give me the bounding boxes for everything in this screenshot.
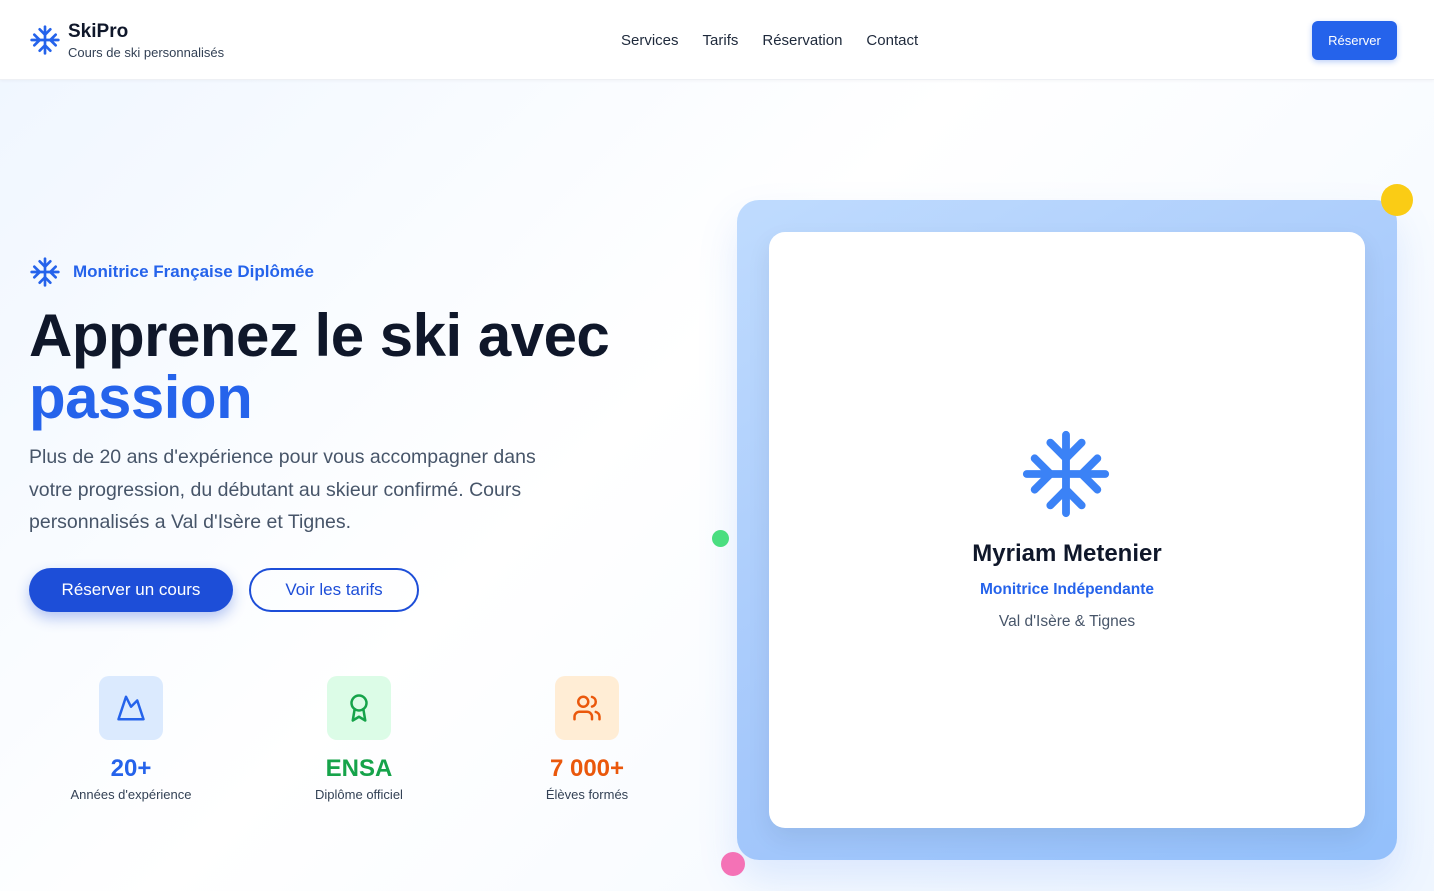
stat-icon-box — [555, 676, 619, 740]
decorative-dot-green — [712, 530, 729, 547]
hero-title: Apprenez le ski avec passion — [29, 302, 610, 431]
brand-name: SkiPro — [68, 21, 129, 42]
stat-value: ENSA — [325, 755, 393, 782]
mountain-icon — [117, 695, 145, 721]
stat-students: 7 000+ Élèves formés — [487, 676, 687, 802]
stat-diploma: ENSA Diplôme officiel — [259, 676, 459, 802]
users-icon — [573, 695, 601, 721]
instructor-location: Val d'Isère & Tignes — [998, 613, 1136, 630]
hero-title-line: Apprenez le ski avec — [29, 302, 610, 369]
decorative-dot-yellow — [1381, 184, 1413, 216]
profile-card — [769, 232, 1365, 828]
hero-badge: Monitrice Française Diplômée — [29, 256, 314, 288]
view-prices-button[interactable]: Voir les tarifs — [249, 568, 419, 612]
nav-link-tarifs[interactable]: Tarifs — [703, 31, 739, 51]
site-header: SkiPro Cours de ski personnalisés Servic… — [0, 0, 1434, 80]
nav-link-services[interactable]: Services — [621, 31, 679, 51]
stat-icon-box — [327, 676, 391, 740]
instructor-role: Monitrice Indépendante — [980, 581, 1154, 598]
decorative-dot-pink — [721, 852, 745, 876]
stat-icon-box — [99, 676, 163, 740]
hero-title-accent: passion — [29, 364, 253, 431]
brand-logo[interactable]: SkiPro Cours de ski personnalisés — [29, 20, 224, 62]
book-lesson-button[interactable]: Réserver un cours — [29, 568, 233, 612]
hero-description: Plus de 20 ans d'expérience pour vous ac… — [29, 446, 536, 533]
award-icon — [350, 694, 368, 722]
nav-link-contact[interactable]: Contact — [866, 31, 918, 51]
stat-value: 20+ — [110, 755, 152, 782]
stat-label: Années d'expérience — [70, 787, 192, 802]
nav-link-reservation[interactable]: Réservation — [762, 31, 842, 51]
stat-label: Élèves formés — [545, 787, 629, 802]
instructor-name: Myriam Metenier — [972, 540, 1162, 567]
snowflake-icon — [30, 25, 60, 55]
snowflake-icon — [30, 257, 60, 287]
snowflake-icon — [1022, 430, 1110, 518]
stat-value: 7 000+ — [549, 755, 625, 782]
stat-experience: 20+ Années d'expérience — [31, 676, 231, 802]
header-reserve-button[interactable]: Réserver — [1312, 21, 1397, 60]
main-nav: Services Tarifs Réservation Contact — [621, 31, 918, 51]
brand-tagline: Cours de ski personnalisés — [68, 45, 225, 60]
stat-label: Diplôme officiel — [315, 787, 403, 802]
hero-badge-text: Monitrice Française Diplômée — [73, 262, 314, 281]
